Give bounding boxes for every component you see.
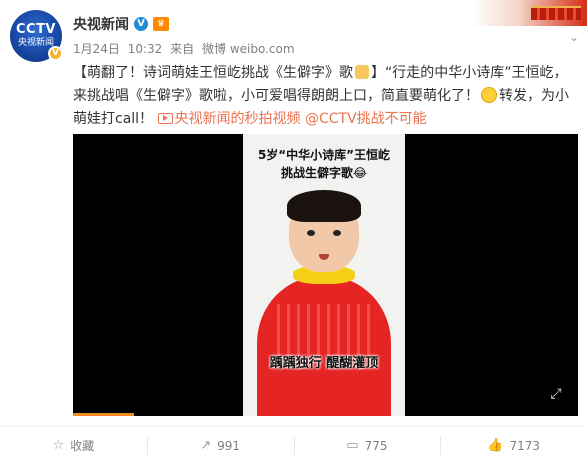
comment-icon: ▭ bbox=[346, 438, 359, 453]
action-bar: ☆ 收藏 ↗ 991 ▭ 775 👍 7173 bbox=[0, 426, 587, 464]
favorite-button[interactable]: ☆ 收藏 bbox=[0, 436, 147, 456]
thumbs-up-icon: 👍 bbox=[487, 438, 504, 453]
great-wall-illustration bbox=[531, 6, 581, 20]
expand-icon[interactable]: ⤢ bbox=[548, 386, 564, 402]
grin-emoji-icon bbox=[481, 87, 497, 103]
weibo-post-card: ⌄ CCTV 央视新闻 V 央视新闻 V ♛ 1月24日 10:32 来自 微博… bbox=[0, 0, 587, 464]
username-link[interactable]: 央视新闻 bbox=[73, 14, 129, 34]
post-date[interactable]: 1月24日 bbox=[73, 42, 120, 56]
post-text-line2-suffix: 转发，为小 bbox=[499, 88, 569, 104]
video-link-icon bbox=[157, 113, 173, 124]
blue-v-icon[interactable]: V bbox=[134, 17, 148, 31]
like-count: 7173 bbox=[509, 438, 540, 453]
post-text-line1-suffix: 】“行走的中华小诗库”王恒屹， bbox=[371, 65, 568, 81]
video-player[interactable]: 5岁“中华小诗库”王恒屹 挑战生僻字歌😂 踽踽独行 醍醐灌顶 ⤢ bbox=[73, 134, 578, 416]
post-text-line3: 萌娃打call！ bbox=[73, 111, 154, 127]
mention-link[interactable]: @CCTV挑战不可能 bbox=[305, 111, 427, 127]
post-text: 【萌翻了！诗词萌娃王恒屹挑战《生僻字》歌 】“行走的中华小诗库”王恒屹， 来挑战唱… bbox=[73, 62, 578, 131]
child-eye-left bbox=[307, 230, 315, 236]
post-text-line2: 来挑战唱《生僻字》歌啦，小可爱唱得朗朗上口，简直要萌化了！ bbox=[73, 88, 479, 104]
repost-button[interactable]: ↗ 991 bbox=[146, 436, 294, 456]
like-button[interactable]: 👍 7173 bbox=[440, 436, 587, 456]
child-hair bbox=[287, 190, 361, 222]
post-source-link[interactable]: 微博 weibo.com bbox=[202, 42, 295, 56]
comment-count: 775 bbox=[364, 438, 388, 453]
star-icon: ☆ bbox=[52, 438, 65, 453]
username-row: 央视新闻 V ♛ bbox=[73, 14, 169, 34]
member-icon[interactable]: ♛ bbox=[153, 17, 169, 31]
video-source-label[interactable]: 央视新闻的秒拍视频 bbox=[175, 111, 301, 127]
favorite-label: 收藏 bbox=[70, 439, 95, 453]
post-meta: 1月24日 10:32 来自 微博 weibo.com bbox=[73, 40, 299, 57]
video-frame[interactable]: 5岁“中华小诗库”王恒屹 挑战生僻字歌😂 踽踽独行 醍醐灌顶 bbox=[243, 134, 405, 416]
avatar-sub-text: 央视新闻 bbox=[17, 38, 54, 48]
via-label: 来自 bbox=[170, 42, 195, 56]
chevron-down-icon[interactable]: ⌄ bbox=[569, 30, 579, 44]
video-subtitle: 踽踽独行 醍醐灌顶 bbox=[269, 356, 379, 371]
post-time[interactable]: 10:32 bbox=[128, 42, 163, 56]
verified-badge-icon: V bbox=[48, 46, 63, 61]
repost-icon: ↗ bbox=[200, 438, 212, 453]
comment-button[interactable]: ▭ 775 bbox=[293, 436, 441, 456]
avatar-logo-text: CCTV bbox=[15, 22, 56, 37]
video-progress-bar[interactable] bbox=[73, 413, 134, 416]
avatar[interactable]: CCTV 央视新闻 V bbox=[10, 10, 63, 62]
repost-count: 991 bbox=[217, 438, 241, 453]
post-text-line1-prefix: 【萌翻了！诗词萌娃王恒屹挑战《生僻字》歌 bbox=[73, 65, 353, 81]
video-caption-title: 5岁“中华小诗库”王恒屹 bbox=[257, 148, 391, 162]
video-caption-subtitle: 挑战生僻字歌😂 bbox=[280, 166, 368, 180]
video-source-link[interactable]: 央视新闻的秒拍视频 bbox=[157, 111, 301, 127]
thumbs-up-icon bbox=[355, 65, 369, 79]
header-banner-decoration bbox=[472, 0, 587, 26]
child-eye-right bbox=[333, 230, 341, 236]
